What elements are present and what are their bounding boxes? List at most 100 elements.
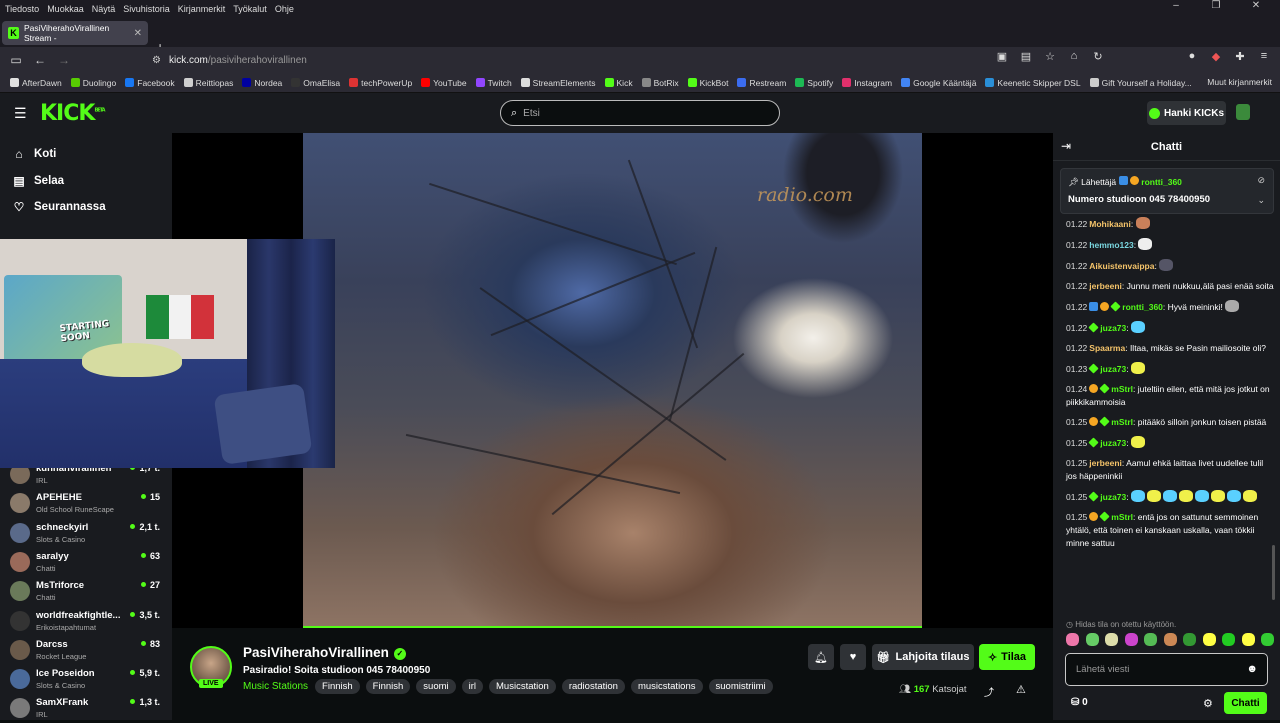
kick-logo[interactable]: KICKBETA	[40, 101, 106, 126]
chat-message[interactable]: 01.23 juza73:	[1066, 362, 1274, 376]
emote-icon[interactable]	[1124, 633, 1138, 646]
message-user[interactable]: jerbeeni	[1089, 458, 1122, 468]
message-user[interactable]: Spaarma	[1089, 343, 1125, 353]
emote-icon[interactable]	[1241, 633, 1255, 646]
bookmark-item[interactable]: YouTube	[421, 78, 467, 88]
close-icon[interactable]: ✕	[1240, 0, 1272, 17]
sidebar-item-following[interactable]: ♡ Seurannassa	[12, 200, 106, 214]
chat-message[interactable]: 01.22 Mohikaani:	[1066, 217, 1274, 231]
reader-icon[interactable]: ▤	[1014, 50, 1038, 63]
gift-subscription-button[interactable]: 🎁︎ Lahjoita tilaus	[872, 644, 974, 670]
bookmark-item[interactable]: Facebook	[125, 78, 175, 88]
chat-message[interactable]: 01.22 Aikuistenvaippa:	[1066, 259, 1274, 273]
menu-history[interactable]: Sivuhistoria	[123, 4, 170, 14]
bookmark-item[interactable]: Reittiopas	[183, 78, 233, 88]
chat-message[interactable]: 01.25 juza73:	[1066, 490, 1274, 504]
menu-tools[interactable]: Työkalut	[233, 4, 267, 14]
message-user[interactable]: mStrl	[1111, 384, 1133, 394]
bookmark-item[interactable]: Spotify	[795, 78, 833, 88]
other-bookmarks[interactable]: Muut kirjanmerkit	[1207, 77, 1272, 87]
get-kicks-button[interactable]: Hanki KICKs	[1147, 101, 1226, 125]
sidebar-item-browse[interactable]: ▤ Selaa	[12, 174, 64, 188]
channel-name[interactable]: PasiViherahoVirallinen ✓	[243, 645, 406, 660]
tag[interactable]: musicstations	[630, 679, 703, 694]
bookmark-star-icon[interactable]: ☆	[1038, 50, 1062, 63]
tag[interactable]: irl	[461, 679, 484, 694]
menu-bookmarks[interactable]: Kirjanmerkit	[178, 4, 226, 14]
tag[interactable]: Finnish	[365, 679, 411, 694]
emoji-picker-icon[interactable]: ☻	[1246, 663, 1258, 675]
minimize-icon[interactable]: –	[1160, 0, 1192, 17]
emote-icon[interactable]	[1261, 633, 1274, 646]
channel-points[interactable]: ⛁ 0	[1071, 697, 1088, 708]
tag[interactable]: radiostation	[561, 679, 625, 694]
chat-message[interactable]: 01.25 mStrl: entä jos on sattunut semmoin…	[1066, 511, 1274, 550]
follow-button[interactable]: ♥	[840, 644, 866, 670]
menu-edit[interactable]: Muokkaa	[47, 4, 84, 14]
bookmark-item[interactable]: AfterDawn	[10, 78, 62, 88]
emote-icon[interactable]	[1066, 633, 1079, 646]
tag[interactable]: suomistriimi	[708, 679, 773, 694]
bookmark-item[interactable]: Instagram	[842, 78, 892, 88]
extensions-icon[interactable]: ✚	[1228, 50, 1252, 63]
menu-view[interactable]: Näytä	[92, 4, 116, 14]
share-icon[interactable]: ⤴	[984, 684, 994, 699]
tab-close-icon[interactable]: ✕	[134, 28, 142, 39]
restore-icon[interactable]: ❐	[1200, 0, 1232, 17]
category-link[interactable]: Music Stations	[243, 681, 308, 692]
message-user[interactable]: juza73	[1100, 492, 1126, 502]
bookmark-item[interactable]: KickBot	[687, 78, 728, 88]
page-action-icon[interactable]: ▣	[990, 50, 1014, 63]
tag[interactable]: suomi	[416, 679, 456, 694]
sidebar-item-home[interactable]: ⌂ Koti	[12, 147, 56, 161]
unpin-icon[interactable]: ⊘	[1257, 175, 1265, 186]
message-user[interactable]: jerbeeni	[1089, 281, 1122, 291]
chat-message[interactable]: 01.22 hemmo123:	[1066, 238, 1274, 252]
bookmark-item[interactable]: Gift Yourself a Holiday...	[1089, 78, 1192, 88]
chat-message[interactable]: 01.22 juza73:	[1066, 321, 1274, 335]
emote-icon[interactable]	[1105, 633, 1118, 646]
notify-button[interactable]: 🔔︎	[808, 644, 834, 670]
chat-message[interactable]: 01.22 jerbeeni: Junnu meni nukkuu,älä pas…	[1066, 280, 1274, 293]
emote-icon[interactable]	[1202, 633, 1216, 646]
chat-message[interactable]: 01.25 jerbeeni: Aamul ehkä laittaa livet …	[1066, 457, 1274, 483]
profile-avatar[interactable]	[1236, 104, 1250, 120]
bookmark-item[interactable]: Twitch	[475, 78, 512, 88]
emote-icon[interactable]	[1183, 633, 1196, 646]
report-icon[interactable]: ⚠	[1016, 683, 1026, 696]
back-icon[interactable]: ←	[28, 53, 52, 67]
chevron-down-icon[interactable]: ⌄	[1257, 195, 1265, 206]
tag[interactable]: Musicstation	[489, 679, 556, 694]
bookmark-item[interactable]: StreamElements	[520, 78, 596, 88]
subscribe-button[interactable]: ✧ Tilaa	[979, 644, 1035, 670]
message-user[interactable]: Aikuistenvaippa	[1089, 261, 1154, 271]
sidebar-channel[interactable]: SamXFrank IRL 1,3 t.	[10, 694, 160, 723]
extension-badge-icon[interactable]: ◆	[1204, 50, 1228, 63]
bookmark-item[interactable]: Restream	[737, 78, 786, 88]
emote-icon[interactable]	[1085, 633, 1099, 646]
emote-icon[interactable]	[1222, 633, 1235, 646]
message-user[interactable]: mStrl	[1111, 512, 1133, 522]
bookmark-item[interactable]: BotRix	[641, 78, 679, 88]
message-user[interactable]: hemmo123	[1089, 240, 1133, 250]
message-user[interactable]: juza73	[1100, 323, 1126, 333]
sidebar-channel[interactable]: Ice Poseidon Slots & Casino 5,9 t.	[10, 665, 160, 694]
bookmark-item[interactable]: techPowerUp	[349, 78, 412, 88]
tab-active[interactable]: K PasiViherahoVirallinen Stream - ✕	[2, 21, 148, 45]
chat-message[interactable]: 01.24 mStrl: juteltiin eilen, että mitä j…	[1066, 383, 1274, 409]
chat-scrollbar[interactable]	[1272, 545, 1275, 600]
message-user[interactable]: Mohikaani	[1089, 219, 1131, 229]
pinned-message[interactable]: 📌︎ Lähettäjä rontti_360 Numero studioon …	[1060, 168, 1274, 214]
message-user[interactable]: mStrl	[1111, 417, 1133, 427]
bookmark-item[interactable]: Google Kääntäjä	[901, 78, 976, 88]
sidebar-channel[interactable]: APEHEHE Old School RuneScape 15	[10, 489, 160, 518]
bookmark-item[interactable]: Kick	[604, 78, 633, 88]
chat-settings-icon[interactable]: ⚙	[1203, 697, 1213, 710]
search-input[interactable]: ⌕ Etsi	[500, 100, 780, 126]
bookmark-item[interactable]: Keenetic Skipper DSL	[985, 78, 1081, 88]
chat-input[interactable]: Lähetä viesti ☻	[1065, 653, 1268, 686]
bookmark-item[interactable]: Duolingo	[70, 78, 116, 88]
chat-message[interactable]: 01.22 Spaarma: Iltaa, mikäs se Pasin mail…	[1066, 342, 1274, 355]
site-info-icon[interactable]: ⚙	[152, 55, 161, 66]
sidebar-channel[interactable]: schneckyirl Slots & Casino 2,1 t.	[10, 519, 160, 548]
